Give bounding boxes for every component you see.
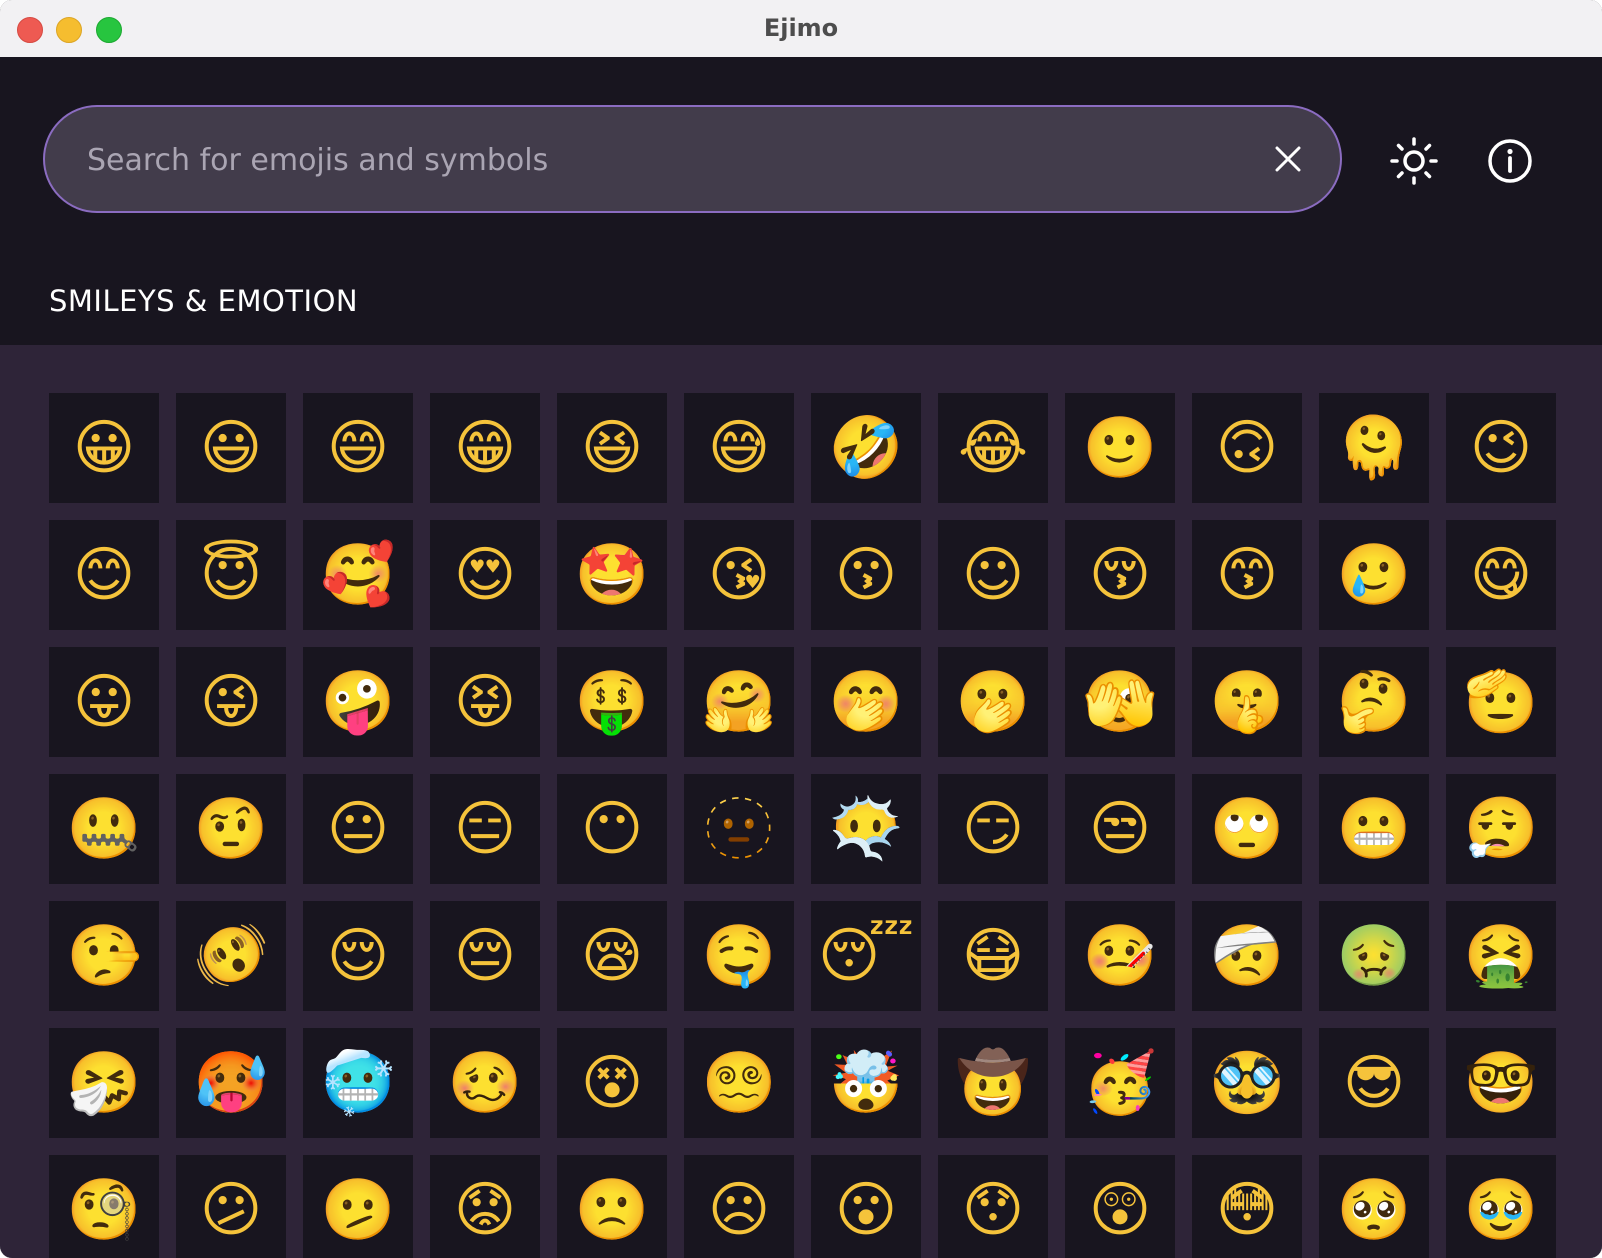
- emoji-cell[interactable]: 😁: [430, 393, 540, 503]
- emoji-cell[interactable]: 😶: [557, 774, 667, 884]
- emoji-cell[interactable]: 😐: [303, 774, 413, 884]
- emoji-cell[interactable]: 🙂: [1065, 393, 1175, 503]
- emoji-cell[interactable]: 😲: [1065, 1155, 1175, 1258]
- emoji-cell[interactable]: 😆: [557, 393, 667, 503]
- emoji-cell[interactable]: 😛: [49, 647, 159, 757]
- emoji-cell[interactable]: 🤪: [303, 647, 413, 757]
- emoji-cell[interactable]: 😊: [49, 520, 159, 630]
- emoji-cell[interactable]: 🫤: [303, 1155, 413, 1258]
- close-icon: [1275, 146, 1301, 172]
- emoji-cell[interactable]: 🫥: [684, 774, 794, 884]
- emoji-cell[interactable]: ☺: [938, 520, 1048, 630]
- emoji-cell[interactable]: 🥵: [176, 1028, 286, 1138]
- emoji-cell[interactable]: 😵‍💫: [684, 1028, 794, 1138]
- emoji-cell[interactable]: 🤥: [49, 901, 159, 1011]
- emoji-cell[interactable]: 🫠: [1319, 393, 1429, 503]
- emoji-cell[interactable]: 🥺: [1319, 1155, 1429, 1258]
- emoji-cell[interactable]: 🤨: [176, 774, 286, 884]
- emoji-cell[interactable]: 🥳: [1065, 1028, 1175, 1138]
- emoji-cell[interactable]: 😅: [684, 393, 794, 503]
- emoji-cell[interactable]: 😎: [1319, 1028, 1429, 1138]
- emoji-cell[interactable]: 🤒: [1065, 901, 1175, 1011]
- emoji-cell[interactable]: 🫨: [176, 901, 286, 1011]
- emoji-cell[interactable]: 🤮: [1446, 901, 1556, 1011]
- emoji-cell[interactable]: 🤣: [811, 393, 921, 503]
- emoji-cell[interactable]: 🫡: [1446, 647, 1556, 757]
- emoji-cell[interactable]: 🤠: [938, 1028, 1048, 1138]
- emoji-cell[interactable]: 😮: [811, 1155, 921, 1258]
- emoji-cell[interactable]: 😜: [176, 647, 286, 757]
- emoji-cell[interactable]: 😔: [430, 901, 540, 1011]
- emoji-cell[interactable]: 😮‍💨: [1446, 774, 1556, 884]
- emoji-cell[interactable]: 😍: [430, 520, 540, 630]
- emoji-cell[interactable]: 😶‍🌫️: [811, 774, 921, 884]
- emoji-cell[interactable]: 🫣: [1065, 647, 1175, 757]
- emoji-cell[interactable]: 😘: [684, 520, 794, 630]
- emoji-cell[interactable]: 😌: [303, 901, 413, 1011]
- emoji-cell[interactable]: 😷: [938, 901, 1048, 1011]
- emoji-cell[interactable]: 🧐: [49, 1155, 159, 1258]
- emoji-cell[interactable]: 😳: [1192, 1155, 1302, 1258]
- emoji-cell[interactable]: 🤯: [811, 1028, 921, 1138]
- clear-search-button[interactable]: [1264, 135, 1312, 183]
- sun-icon: [1390, 137, 1438, 185]
- header: SMILEYS & EMOTION: [0, 57, 1602, 345]
- emoji-cell[interactable]: 🤑: [557, 647, 667, 757]
- emoji-cell[interactable]: 😃: [176, 393, 286, 503]
- emoji-cell[interactable]: 😙: [1192, 520, 1302, 630]
- emoji-cell[interactable]: 🤗: [684, 647, 794, 757]
- emoji-cell[interactable]: 😇: [176, 520, 286, 630]
- emoji-cell[interactable]: 🤓: [1446, 1028, 1556, 1138]
- emoji-cell[interactable]: 😄: [303, 393, 413, 503]
- emoji-cell[interactable]: 😴: [811, 901, 921, 1011]
- emoji-cell[interactable]: 😒: [1065, 774, 1175, 884]
- emoji-cell[interactable]: 😬: [1319, 774, 1429, 884]
- emoji-cell[interactable]: 🙃: [1192, 393, 1302, 503]
- emoji-cell[interactable]: 😝: [430, 647, 540, 757]
- emoji-cell[interactable]: ☹: [684, 1155, 794, 1258]
- emoji-cell[interactable]: 🤔: [1319, 647, 1429, 757]
- emoji-cell[interactable]: 🙁: [557, 1155, 667, 1258]
- emoji-cell[interactable]: 😋: [1446, 520, 1556, 630]
- emoji-cell[interactable]: 😚: [1065, 520, 1175, 630]
- emoji-cell[interactable]: 😑: [430, 774, 540, 884]
- search-input[interactable]: [85, 107, 1229, 213]
- emoji-cell[interactable]: 😉: [1446, 393, 1556, 503]
- emoji-cell[interactable]: 😵: [557, 1028, 667, 1138]
- emoji-cell[interactable]: 🥴: [430, 1028, 540, 1138]
- emoji-cell[interactable]: 🤢: [1319, 901, 1429, 1011]
- emoji-cell[interactable]: 🥲: [1319, 520, 1429, 630]
- info-icon: [1488, 139, 1532, 183]
- emoji-cell[interactable]: 😟: [430, 1155, 540, 1258]
- emoji-cell[interactable]: 🤐: [49, 774, 159, 884]
- emoji-cell[interactable]: 🥶: [303, 1028, 413, 1138]
- search-bar: [43, 105, 1342, 213]
- emoji-cell[interactable]: 🤭: [811, 647, 921, 757]
- category-title: SMILEYS & EMOTION: [49, 284, 359, 318]
- app-window: Ejimo Search for emojis and symbols SMIL…: [0, 0, 1602, 1258]
- emoji-grid: 😀 😃 😄 😁 😆 😅 🤣 😂 🙂 🙃 🫠 😉 😊 😇 🥰 😍 🤩 😘 😗 ☺ 😚 😙 🥲 😋 😛 😜 🤪 😝 🤑 🤗 🤭 🫢 🫣 🤫 🤔 🫡 🤐 🤨 😐 😑…: [49, 393, 1556, 1258]
- emoji-cell[interactable]: 🤕: [1192, 901, 1302, 1011]
- emoji-cell[interactable]: 🥰: [303, 520, 413, 630]
- emoji-cell[interactable]: 🙄: [1192, 774, 1302, 884]
- emoji-cell[interactable]: 🥹: [1446, 1155, 1556, 1258]
- emoji-cell[interactable]: 😕: [176, 1155, 286, 1258]
- emoji-cell[interactable]: 🥸: [1192, 1028, 1302, 1138]
- emoji-cell[interactable]: 😗: [811, 520, 921, 630]
- emoji-cell[interactable]: 🫢: [938, 647, 1048, 757]
- emoji-cell[interactable]: 😪: [557, 901, 667, 1011]
- emoji-cell[interactable]: 🤤: [684, 901, 794, 1011]
- emoji-cell[interactable]: 🤧: [49, 1028, 159, 1138]
- emoji-cell[interactable]: 😯: [938, 1155, 1048, 1258]
- window-title: Ejimo: [763, 14, 839, 42]
- emoji-cell[interactable]: 🤩: [557, 520, 667, 630]
- info-button[interactable]: [1482, 133, 1538, 189]
- emoji-grid-area: 😀 😃 😄 😁 😆 😅 🤣 😂 🙂 🙃 🫠 😉 😊 😇 🥰 😍 🤩 😘 😗 ☺ 😚 😙 🥲 😋 😛 😜 🤪 😝 🤑 🤗 🤭 🫢 🫣 🤫 🤔 🫡 🤐 🤨 😐 😑…: [0, 345, 1602, 1258]
- theme-toggle-button[interactable]: [1386, 133, 1442, 189]
- emoji-cell[interactable]: 😏: [938, 774, 1048, 884]
- emoji-cell[interactable]: 🤫: [1192, 647, 1302, 757]
- title-bar: Ejimo: [0, 0, 1602, 58]
- emoji-cell[interactable]: 😂: [938, 393, 1048, 503]
- emoji-cell[interactable]: 😀: [49, 393, 159, 503]
